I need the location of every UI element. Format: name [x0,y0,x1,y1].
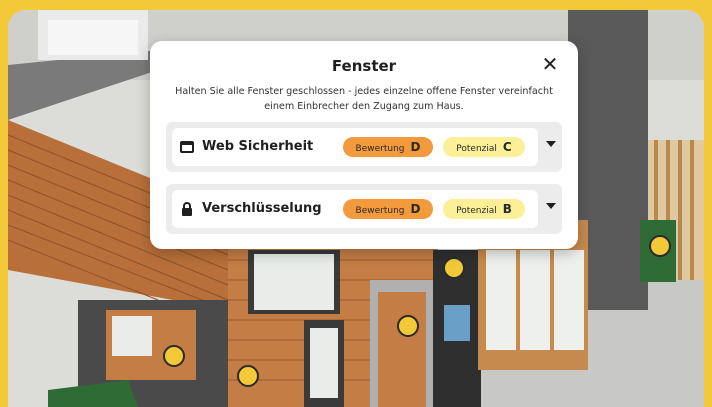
row-label: Verschlüsselung [202,201,322,216]
potential-label: Potenzial [456,206,497,216]
modal-description: Halten Sie alle Fenster geschlossen - je… [175,86,553,112]
rating-value: D [410,140,421,154]
rating-badge: Bewertung D [343,199,433,219]
potential-label: Potenzial [456,144,497,154]
window-icon [180,141,194,153]
fenster-modal: Fenster ✕ Halten Sie alle Fenster geschl… [150,41,578,249]
row-card: Web Sicherheit Bewertung D Potenzial C [172,128,538,166]
close-button[interactable]: ✕ [540,54,560,74]
rating-label: Bewertung [355,144,405,154]
modal-title: Fenster [331,57,397,75]
row-web-sicherheit[interactable]: Web Sicherheit Bewertung D Potenzial C [166,122,562,172]
row-verschluesselung[interactable]: Verschlüsselung Bewertung D Potenzial B [166,184,562,234]
rating-label: Bewertung [355,206,405,216]
chevron-down-icon[interactable] [546,203,556,209]
lock-icon [182,202,192,216]
potential-badge: Potenzial C [443,137,525,157]
rating-value: D [410,202,421,216]
potential-value: B [502,202,512,216]
rating-badge: Bewertung D [343,137,433,157]
row-label: Web Sicherheit [202,139,314,154]
chevron-down-icon[interactable] [546,141,556,147]
row-card: Verschlüsselung Bewertung D Potenzial B [172,190,538,228]
potential-badge: Potenzial B [443,199,525,219]
potential-value: C [502,140,512,154]
